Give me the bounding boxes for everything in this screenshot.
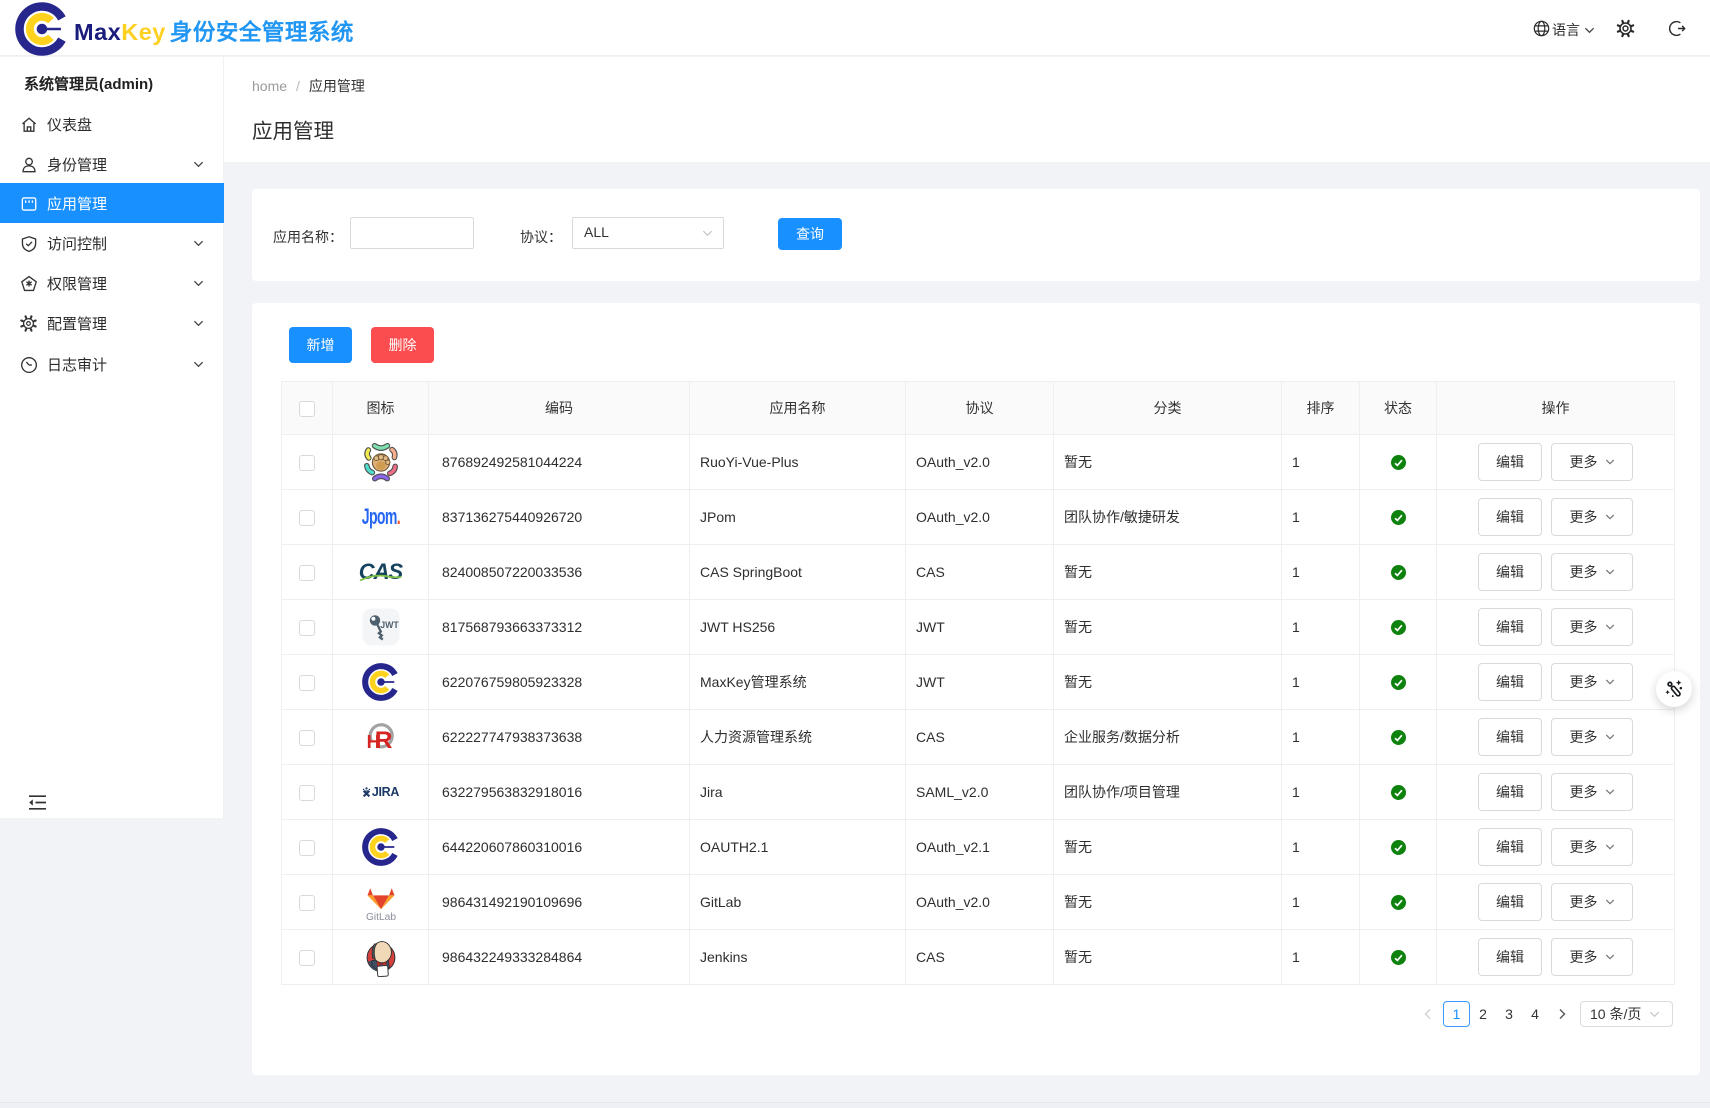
svg-text:JWT: JWT: [380, 620, 399, 630]
svg-text:GitLab: GitLab: [365, 912, 395, 922]
svg-text:R: R: [374, 727, 392, 754]
